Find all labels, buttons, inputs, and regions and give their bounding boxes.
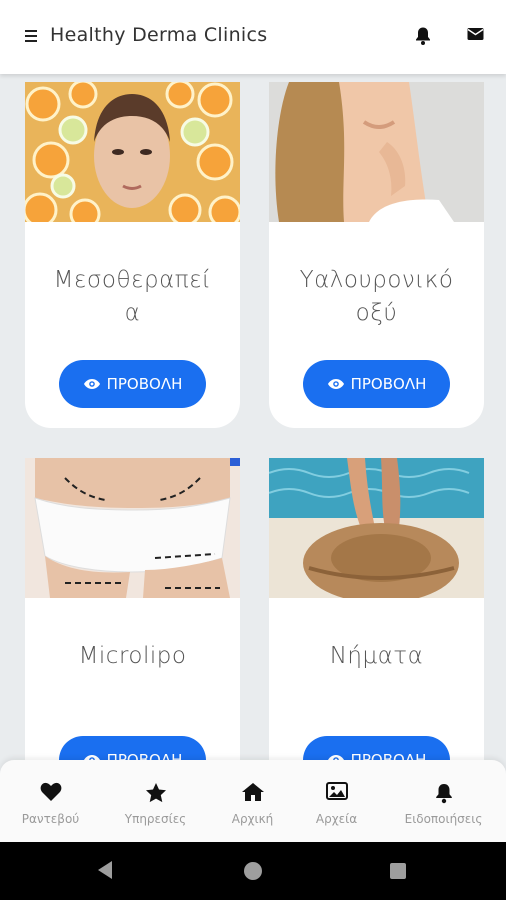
card-title: Μεσοθεραπεί α	[53, 267, 212, 326]
star-icon	[145, 783, 166, 803]
card-image	[25, 458, 240, 598]
nav-label: Ειδοποιήσεις	[404, 812, 483, 826]
nav-appointments[interactable]: Ραντεβού	[0, 760, 101, 842]
nav-label: Αρχεία	[315, 812, 358, 826]
view-button[interactable]: ΠΡΟΒΟΛΗ	[303, 736, 450, 760]
nav-label: Ραντεβού	[21, 812, 80, 826]
bottom-navigation: Ραντεβού Υπηρεσίες Αρχική Αρχεία Ειδοποι…	[0, 760, 506, 842]
nav-services[interactable]: Υπηρεσίες	[105, 760, 206, 842]
card-title: Υαλουρονικό οξύ	[299, 267, 454, 326]
card-title: Νήματα	[329, 643, 424, 669]
view-button[interactable]: ΠΡΟΒΟΛΗ	[59, 360, 206, 408]
app-title: Healthy Derma Clinics	[50, 24, 268, 46]
system-navigation-bar	[0, 842, 506, 900]
card-title: Microlipo	[78, 643, 187, 669]
view-button-label: ΠΡΟΒΟΛΗ	[106, 375, 183, 393]
bell-icon[interactable]	[414, 26, 432, 50]
treatment-card[interactable]: Microlipo ΠΡΟΒΟΛΗ	[25, 458, 240, 760]
back-icon[interactable]	[96, 860, 114, 880]
app-bar: Healthy Derma Clinics	[0, 0, 506, 74]
home-button-icon[interactable]	[244, 862, 262, 880]
card-image	[269, 82, 484, 222]
treatment-card[interactable]: Νήματα ΠΡΟΒΟΛΗ	[269, 458, 484, 760]
view-button-label: ΠΡΟΒΟΛΗ	[350, 751, 427, 760]
eye-icon	[83, 379, 100, 389]
treatments-grid: Μεσοθεραπεί α ΠΡΟΒΟΛΗ Υαλουρονικό οξύ ΠΡ…	[0, 74, 506, 760]
treatment-card[interactable]: Μεσοθεραπεί α ΠΡΟΒΟΛΗ	[25, 82, 240, 428]
eye-icon	[327, 379, 344, 389]
view-button[interactable]: ΠΡΟΒΟΛΗ	[59, 736, 206, 760]
recent-apps-icon[interactable]	[390, 863, 406, 879]
nav-files[interactable]: Αρχεία	[286, 760, 387, 842]
envelope-icon[interactable]	[467, 26, 484, 45]
card-image	[25, 82, 240, 222]
hamburger-icon[interactable]	[22, 26, 42, 46]
nav-label: Υπηρεσίες	[124, 812, 187, 826]
view-button-label: ΠΡΟΒΟΛΗ	[350, 375, 427, 393]
image-icon	[325, 782, 348, 800]
nav-notifications[interactable]: Ειδοποιήσεις	[393, 760, 494, 842]
heart-icon	[40, 782, 61, 801]
view-button-label: ΠΡΟΒΟΛΗ	[106, 751, 183, 760]
treatment-card[interactable]: Υαλουρονικό οξύ ΠΡΟΒΟΛΗ	[269, 82, 484, 428]
home-icon	[241, 783, 264, 801]
view-button[interactable]: ΠΡΟΒΟΛΗ	[303, 360, 450, 408]
bell-icon	[435, 784, 452, 804]
card-image	[269, 458, 484, 598]
